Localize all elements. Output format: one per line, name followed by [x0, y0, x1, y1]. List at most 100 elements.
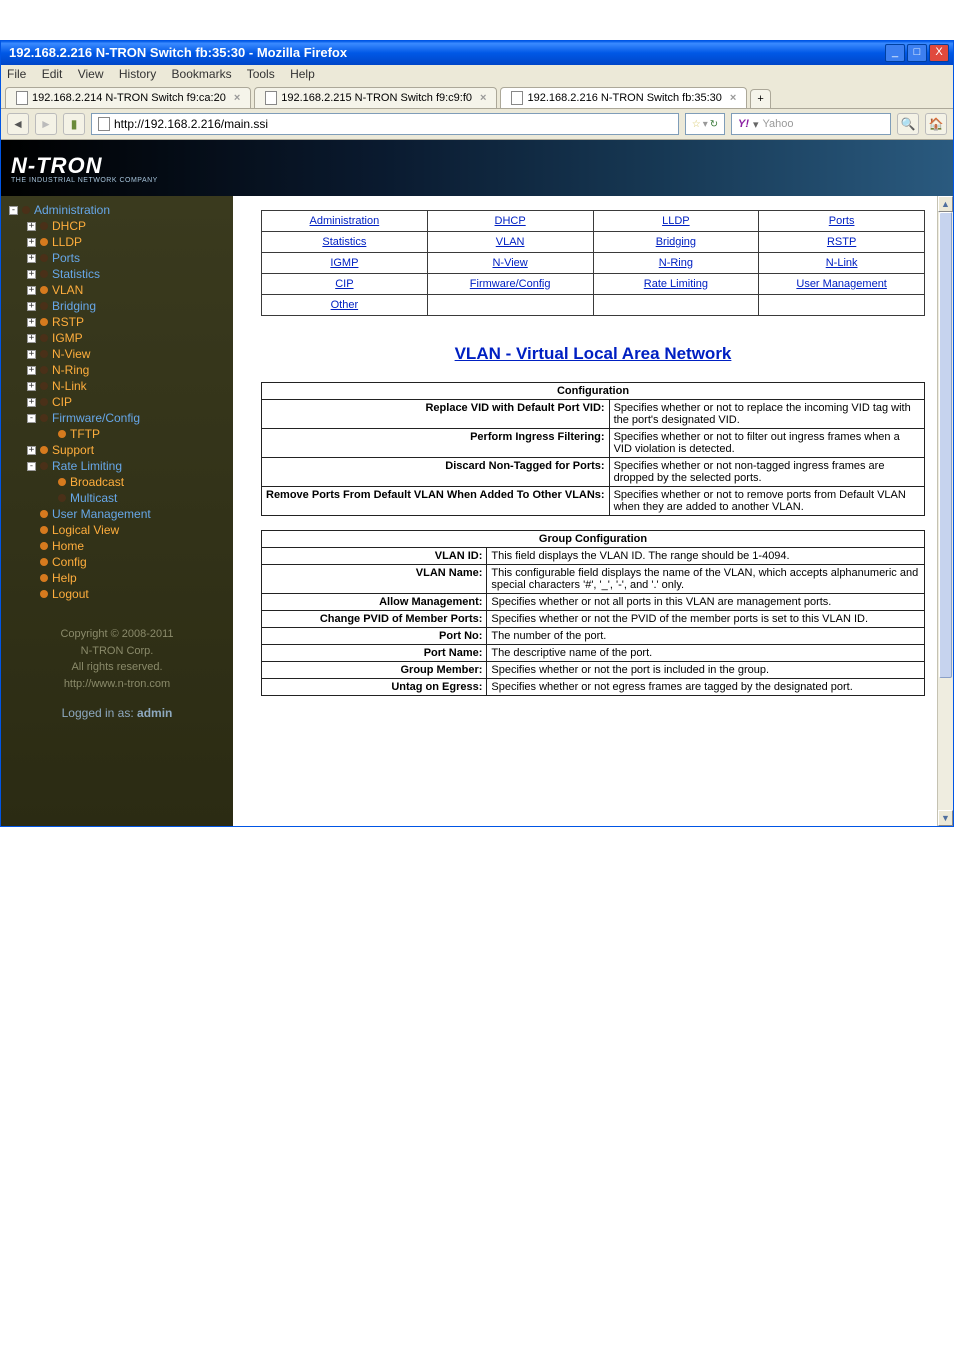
category-link-bridging[interactable]: Bridging: [656, 236, 696, 248]
sidebar-link[interactable]: N-Link: [52, 379, 87, 393]
category-link-rstp[interactable]: RSTP: [827, 236, 856, 248]
category-link-ports[interactable]: Ports: [829, 215, 855, 227]
scroll-up-icon[interactable]: ▲: [938, 196, 953, 212]
sidebar-item-dhcp[interactable]: +DHCP: [1, 218, 233, 234]
category-link-n-link[interactable]: N-Link: [826, 257, 858, 269]
sidebar-item-multicast[interactable]: Multicast: [1, 490, 233, 506]
tab-1[interactable]: 192.168.2.215 N-TRON Switch f9:c9:f0×: [254, 87, 497, 108]
sidebar-link[interactable]: Logout: [52, 587, 89, 601]
sidebar-link[interactable]: TFTP: [70, 427, 100, 441]
scroll-track[interactable]: [938, 212, 953, 810]
category-link-cip[interactable]: CIP: [335, 278, 353, 290]
new-tab-button[interactable]: +: [750, 89, 770, 108]
sidebar-item-vlan[interactable]: + VLAN: [1, 282, 233, 298]
sidebar-link[interactable]: Home: [52, 539, 84, 553]
sidebar-link[interactable]: User Management: [52, 507, 151, 521]
tab-close-icon[interactable]: ×: [730, 92, 736, 104]
sidebar-item-broadcast[interactable]: Broadcast: [1, 474, 233, 490]
tab-close-icon[interactable]: ×: [480, 92, 486, 104]
copyright-link[interactable]: http://www.n-tron.com: [64, 678, 170, 690]
sidebar-item-n-view[interactable]: + N-View: [1, 346, 233, 362]
tree-expander-icon[interactable]: +: [27, 398, 36, 407]
sidebar-item-logical-view[interactable]: Logical View: [1, 522, 233, 538]
category-link-igmp[interactable]: IGMP: [330, 257, 358, 269]
tree-expander-icon[interactable]: +: [27, 254, 36, 263]
stats-button[interactable]: ▮: [63, 113, 85, 135]
menu-view[interactable]: View: [78, 67, 104, 81]
scroll-down-icon[interactable]: ▼: [938, 810, 953, 826]
menu-history[interactable]: History: [119, 67, 156, 81]
sidebar-item-bridging[interactable]: + Bridging: [1, 298, 233, 314]
menu-help[interactable]: Help: [290, 67, 315, 81]
close-button[interactable]: X: [929, 44, 949, 62]
tree-expander-icon[interactable]: +: [27, 366, 36, 375]
sidebar-item-rate-limiting[interactable]: - Rate Limiting: [1, 458, 233, 474]
sidebar-item-ports[interactable]: + Ports: [1, 250, 233, 266]
category-link-n-ring[interactable]: N-Ring: [659, 257, 693, 269]
sidebar-item-help[interactable]: Help: [1, 570, 233, 586]
sidebar-item-statistics[interactable]: + Statistics: [1, 266, 233, 282]
tab-0[interactable]: 192.168.2.214 N-TRON Switch f9:ca:20×: [5, 87, 251, 108]
reload-icon[interactable]: ↻: [710, 119, 718, 130]
category-link-firmware-config[interactable]: Firmware/Config: [470, 278, 551, 290]
tree-expander-icon[interactable]: -: [27, 414, 36, 423]
sidebar-link[interactable]: VLAN: [52, 283, 83, 297]
sidebar-link[interactable]: CIP: [52, 395, 72, 409]
sidebar-link[interactable]: IGMP: [52, 331, 83, 345]
url-input[interactable]: http://192.168.2.216/main.ssi: [91, 113, 679, 135]
forward-button[interactable]: ►: [35, 113, 57, 135]
sidebar-item-n-link[interactable]: +N-Link: [1, 378, 233, 394]
menu-edit[interactable]: Edit: [42, 67, 63, 81]
sidebar-link[interactable]: Logical View: [52, 523, 119, 537]
sidebar-item-firmware-config[interactable]: -Firmware/Config: [1, 410, 233, 426]
tree-expander-icon[interactable]: +: [27, 318, 36, 327]
sidebar-link[interactable]: Rate Limiting: [52, 459, 122, 473]
tree-expander-icon[interactable]: +: [27, 238, 36, 247]
menu-bookmarks[interactable]: Bookmarks: [172, 67, 232, 81]
tree-expander-icon[interactable]: +: [27, 270, 36, 279]
tree-expander-icon[interactable]: +: [27, 446, 36, 455]
sidebar-link[interactable]: Help: [52, 571, 77, 585]
tab-close-icon[interactable]: ×: [234, 92, 240, 104]
search-input[interactable]: Y!▾ Yahoo: [731, 113, 891, 135]
sidebar-item-support[interactable]: +Support: [1, 442, 233, 458]
minimize-button[interactable]: _: [885, 44, 905, 62]
category-link-dhcp[interactable]: DHCP: [495, 215, 526, 227]
category-link-rate-limiting[interactable]: Rate Limiting: [644, 278, 708, 290]
sidebar-item-igmp[interactable]: +IGMP: [1, 330, 233, 346]
tab-2[interactable]: 192.168.2.216 N-TRON Switch fb:35:30×: [500, 87, 747, 108]
bookmark-reload[interactable]: ☆ ▾ ↻: [685, 113, 725, 135]
sidebar-link[interactable]: LLDP: [52, 235, 82, 249]
sidebar-item-n-ring[interactable]: + N-Ring: [1, 362, 233, 378]
category-link-other[interactable]: Other: [331, 299, 359, 311]
tree-expander-icon[interactable]: +: [27, 222, 36, 231]
vertical-scrollbar[interactable]: ▲ ▼: [937, 196, 953, 826]
sidebar-item-config[interactable]: Config: [1, 554, 233, 570]
tree-expander-icon[interactable]: +: [27, 286, 36, 295]
sidebar-link[interactable]: Administration: [34, 203, 110, 217]
home-button[interactable]: 🏠: [925, 113, 947, 135]
tree-expander-icon[interactable]: -: [27, 462, 36, 471]
menu-file[interactable]: File: [7, 67, 26, 81]
sidebar-item-tftp[interactable]: TFTP: [1, 426, 233, 442]
sidebar-link[interactable]: Ports: [52, 251, 80, 265]
sidebar-item-home[interactable]: Home: [1, 538, 233, 554]
tree-expander-icon[interactable]: +: [27, 302, 36, 311]
maximize-button[interactable]: □: [907, 44, 927, 62]
category-link-vlan[interactable]: VLAN: [496, 236, 525, 248]
sidebar-link[interactable]: Statistics: [52, 267, 100, 281]
sidebar-link[interactable]: Config: [52, 555, 87, 569]
menu-tools[interactable]: Tools: [247, 67, 275, 81]
category-link-administration[interactable]: Administration: [310, 215, 380, 227]
back-button[interactable]: ◄: [7, 113, 29, 135]
star-icon[interactable]: ☆: [692, 119, 701, 130]
sidebar-link[interactable]: N-View: [52, 347, 90, 361]
sidebar-link[interactable]: Broadcast: [70, 475, 124, 489]
sidebar-item-logout[interactable]: Logout: [1, 586, 233, 602]
sidebar-link[interactable]: N-Ring: [52, 363, 89, 377]
sidebar-item-lldp[interactable]: + LLDP: [1, 234, 233, 250]
sidebar-link[interactable]: Bridging: [52, 299, 96, 313]
tree-expander-icon[interactable]: +: [27, 350, 36, 359]
sidebar-link[interactable]: RSTP: [52, 315, 84, 329]
category-link-n-view[interactable]: N-View: [492, 257, 527, 269]
